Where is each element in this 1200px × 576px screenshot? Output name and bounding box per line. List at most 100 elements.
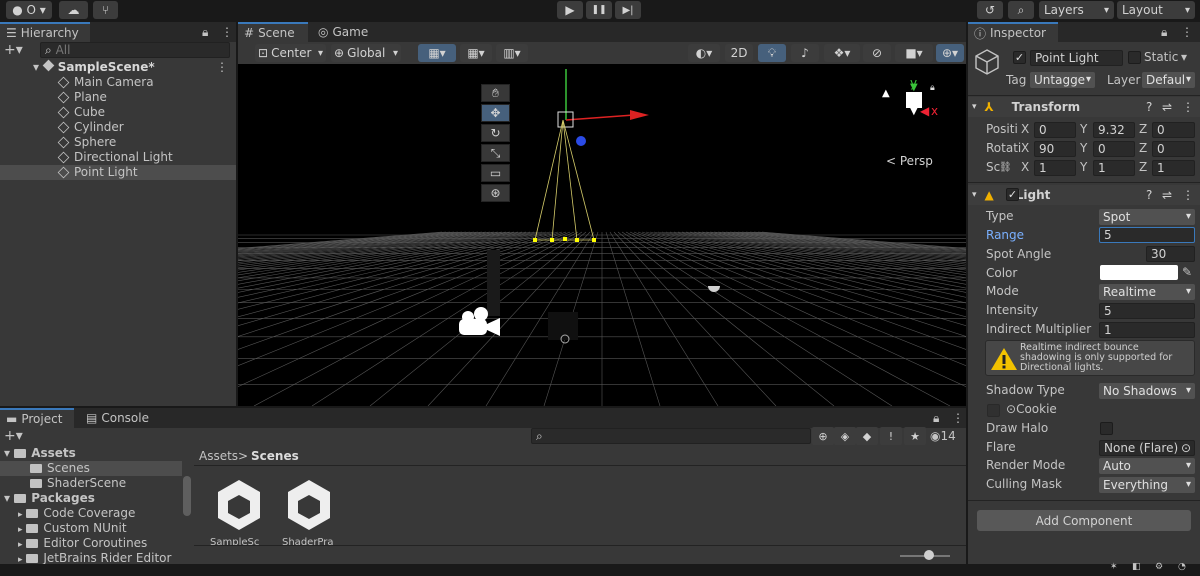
rect-tool-button[interactable]: ▭ — [481, 164, 510, 182]
create-button[interactable]: +▾ — [4, 428, 23, 444]
ruler-button[interactable]: ▥▾ — [496, 44, 528, 62]
breadcrumb-scenes[interactable]: Scenes — [251, 449, 299, 463]
gizmos-dropdown-icon[interactable]: ⊕▾ — [936, 44, 964, 62]
breadcrumb-assets[interactable]: Assets — [199, 449, 238, 463]
asset-item[interactable]: SampleSc — [208, 477, 270, 548]
grid-snap-button[interactable]: ▦▾ — [418, 44, 456, 62]
tree-package[interactable]: ▸ Custom NUnit — [0, 521, 182, 536]
tree-shaderscene[interactable]: ShaderScene — [0, 476, 182, 491]
tab-console[interactable]: ▤ Console — [80, 408, 160, 428]
layer-dropdown[interactable]: Defaul — [1142, 72, 1195, 88]
light-enabled-checkbox[interactable]: ✓ — [1006, 188, 1019, 201]
preset-icon[interactable]: ⇌ — [1162, 100, 1172, 114]
orientation-gizmo[interactable]: y ▲ ▼ ◀ x ▼ 🔒︎ < Persp — [874, 76, 944, 168]
zoom-slider-thumb[interactable] — [924, 550, 934, 560]
hierarchy-item[interactable]: Sphere — [0, 135, 236, 150]
lighting-toggle-icon[interactable]: 💡︎ — [758, 44, 786, 62]
lock-icon[interactable]: 🔒︎ — [202, 25, 208, 40]
hierarchy-item[interactable]: Directional Light — [0, 150, 236, 165]
cloud-icon[interactable]: ☁ — [59, 1, 88, 19]
tab-inspector[interactable]: ⓘ Inspector — [968, 22, 1058, 42]
hierarchy-search-input[interactable]: ⌕ All — [40, 42, 230, 58]
layers-dropdown[interactable]: Layers — [1039, 1, 1114, 19]
pivot-dropdown[interactable]: ⊡ Center — [255, 44, 326, 62]
lock-icon[interactable]: 🔒︎ — [933, 411, 939, 426]
help-icon[interactable]: ? — [1146, 100, 1152, 114]
tab-game[interactable]: ◎ Game — [312, 22, 382, 42]
hierarchy-item[interactable]: Cube — [0, 105, 236, 120]
object-picker-icon[interactable]: ⊙ — [1181, 441, 1191, 455]
rotate-tool-button[interactable]: ↻ — [481, 124, 510, 142]
step-button[interactable]: ▶| — [615, 1, 641, 19]
tree-package[interactable]: ▸ Code Coverage — [0, 506, 182, 521]
light-type-dropdown[interactable]: Spot — [1099, 209, 1195, 225]
search-icon[interactable]: ⌕ — [1008, 1, 1034, 19]
hand-tool-button[interactable]: ✋︎ — [481, 84, 510, 102]
culling-mask-dropdown[interactable]: Everything — [1099, 477, 1195, 493]
cookie-checkbox[interactable] — [987, 404, 1000, 417]
tab-scene[interactable]: # Scene — [238, 22, 308, 42]
hierarchy-item[interactable]: Point Light — [0, 165, 236, 180]
component-menu-icon[interactable]: ⋮ — [1182, 188, 1194, 202]
audio-toggle-icon[interactable]: ♪ — [791, 44, 819, 62]
move-tool-button[interactable]: ✥ — [481, 104, 510, 122]
transform-y-input[interactable]: 9.32 — [1093, 122, 1135, 138]
tab-hierarchy[interactable]: ☰ Hierarchy — [0, 22, 90, 42]
menu-kebab-icon[interactable]: ⋮ — [952, 411, 964, 425]
transform-y-input[interactable]: 0 — [1093, 141, 1135, 157]
hierarchy-item[interactable]: Cylinder — [0, 120, 236, 135]
transform-y-input[interactable]: 1 — [1093, 160, 1135, 176]
transform-z-input[interactable]: 1 — [1152, 160, 1195, 176]
component-menu-icon[interactable]: ⋮ — [1182, 100, 1194, 114]
menu-kebab-icon[interactable]: ⋮ — [1181, 25, 1193, 39]
preset-icon[interactable]: ⇌ — [1162, 188, 1172, 202]
menu-kebab-icon[interactable]: ⋮ — [221, 25, 233, 39]
add-button[interactable]: +▾ — [4, 42, 23, 58]
label-icon[interactable]: ◆ — [856, 427, 878, 445]
transform-tool-button[interactable]: ⊛ — [481, 184, 510, 202]
light-mode-dropdown[interactable]: Realtime — [1099, 284, 1195, 300]
filter-type-icon[interactable]: ◈ — [834, 427, 856, 445]
hidden-toggle-icon[interactable]: ⊘ — [863, 44, 891, 62]
camera-dropdown-icon[interactable]: ■▾ — [895, 44, 933, 62]
flare-object-field[interactable]: None (Flare) ⊙ — [1099, 440, 1195, 456]
account-button[interactable]: ● O ▾ — [6, 1, 52, 19]
spot-angle-input[interactable]: 30 — [1146, 246, 1195, 262]
transform-header[interactable]: ▾ ⅄ Transform ? ⇌ ⋮ — [968, 97, 1200, 117]
transform-x-input[interactable]: 1 — [1034, 160, 1076, 176]
light-header[interactable]: ▾ ▲ ✓ Light ? ⇌ ⋮ — [968, 185, 1200, 205]
tree-scrollbar[interactable] — [183, 476, 191, 516]
effects-toggle-icon[interactable]: ❖▾ — [824, 44, 860, 62]
favorite-icon[interactable]: ★ — [904, 427, 926, 445]
scene-viewport[interactable]: ✋︎ ✥ ↻ ⤡ ▭ ⊛ y ▲ ▼ ◀ x ▼ 🔒︎ < Persp — [238, 64, 966, 406]
tree-assets[interactable]: ▾ Assets — [0, 446, 192, 461]
intensity-input[interactable]: 5 — [1099, 303, 1195, 319]
tree-scenes[interactable]: Scenes — [0, 461, 182, 476]
asset-item[interactable]: ShaderPra — [280, 477, 342, 548]
history-icon[interactable]: ↺ — [977, 1, 1003, 19]
indirect-multiplier-input[interactable]: 1 — [1099, 322, 1195, 338]
scale-tool-button[interactable]: ⤡ — [481, 144, 510, 162]
transform-z-input[interactable]: 0 — [1152, 122, 1195, 138]
color-swatch[interactable] — [1100, 265, 1178, 280]
mode-2d-button[interactable]: 2D — [725, 44, 753, 62]
hidden-packages-count[interactable]: ◉14 — [930, 429, 956, 443]
layout-dropdown[interactable]: Layout — [1117, 1, 1195, 19]
static-dropdown[interactable]: ▾ — [1181, 49, 1187, 66]
search-by-type-icon[interactable]: ⊕ — [812, 427, 834, 445]
transform-z-input[interactable]: 0 — [1152, 141, 1195, 157]
warning-filter-icon[interactable]: ! — [880, 427, 902, 445]
render-mode-dropdown[interactable]: Auto — [1099, 458, 1195, 474]
lock-icon[interactable]: 🔒︎ — [1161, 25, 1167, 40]
gizmo-lock-icon[interactable]: 🔒︎ — [930, 83, 935, 93]
hierarchy-item[interactable]: Main Camera — [0, 75, 236, 90]
play-button[interactable]: ▶ — [557, 1, 583, 19]
collab-icon[interactable]: ⑂ — [93, 1, 118, 19]
active-checkbox[interactable]: ✓ — [1013, 51, 1026, 64]
add-component-button[interactable]: Add Component — [977, 510, 1191, 531]
help-icon[interactable]: ? — [1146, 188, 1152, 202]
draw-mode-button[interactable]: ◐▾ — [688, 44, 720, 62]
draw-halo-checkbox[interactable] — [1100, 422, 1113, 435]
tag-dropdown[interactable]: Untagge — [1030, 72, 1095, 88]
hierarchy-item[interactable]: Plane — [0, 90, 236, 105]
